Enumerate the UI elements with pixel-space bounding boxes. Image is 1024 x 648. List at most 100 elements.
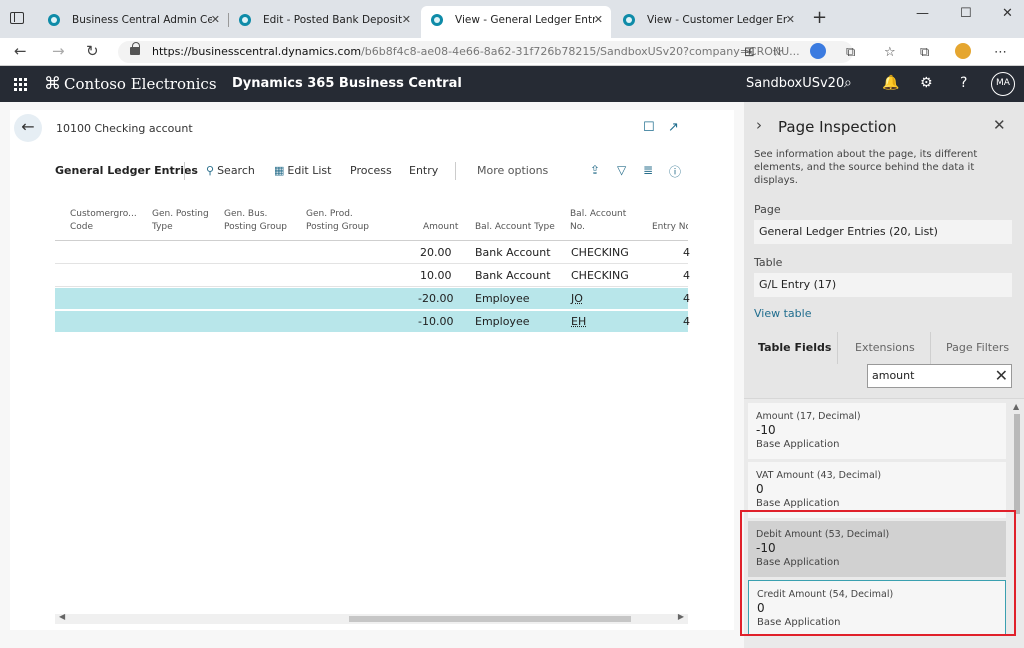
back-button[interactable]: ← (14, 114, 42, 142)
close-window-button[interactable]: ✕ (1002, 6, 1013, 21)
column-header-gen-posting-type[interactable]: Gen. Posting Type (152, 208, 209, 234)
header-line: Gen. Prod. (306, 209, 353, 219)
new-tab-button[interactable]: + (812, 7, 827, 28)
scroll-left-icon[interactable]: ◀ (59, 612, 65, 621)
favorites-icon[interactable]: ☆ (884, 45, 896, 60)
close-tab-icon[interactable]: ✕ (594, 6, 603, 34)
product-name[interactable]: Dynamics 365 Business Central (232, 76, 462, 91)
header-line: Posting Group (306, 222, 370, 232)
close-panel-icon[interactable]: ✕ (993, 116, 1006, 134)
settings-icon[interactable]: ⚙ (920, 75, 933, 91)
clear-search-icon[interactable]: ✕ (995, 365, 1008, 387)
field-search-input[interactable]: amount ✕ (867, 364, 1012, 388)
tab-extensions[interactable]: Extensions (855, 341, 915, 354)
close-tab-icon[interactable]: ✕ (402, 6, 411, 34)
bal-account-type-cell: Employee (475, 292, 530, 305)
table-row[interactable]: 20.00 Bank Account CHECKING 4 (55, 242, 690, 264)
scroll-right-icon[interactable]: ▶ (678, 612, 684, 621)
app-launcher-icon[interactable] (14, 78, 28, 92)
maximize-button[interactable]: ☐ (960, 6, 972, 21)
scroll-up-icon[interactable]: ▲ (1013, 402, 1019, 411)
field-value: -10 (756, 423, 776, 437)
column-header-gen-bus-posting-group[interactable]: Gen. Bus. Posting Group (224, 208, 287, 234)
table-value: G/L Entry (17) (754, 273, 1012, 297)
entry-no-cell: 4 (683, 315, 690, 328)
back-icon[interactable]: ← (14, 42, 27, 60)
tab-page-filters[interactable]: Page Filters (946, 341, 1009, 354)
header-line: Bal. Account (570, 209, 627, 219)
extension-icon[interactable] (810, 43, 826, 59)
close-tab-icon[interactable]: ✕ (211, 6, 220, 34)
bal-account-no-link[interactable]: EH (571, 315, 586, 328)
bookmark-icon[interactable]: ☐ (643, 120, 655, 135)
avatar[interactable]: MA (991, 72, 1015, 96)
search-icon[interactable]: ⌕ (844, 75, 852, 91)
tab-table-fields[interactable]: Table Fields (758, 341, 831, 354)
amount-cell: 10.00 (420, 269, 452, 282)
forward-icon[interactable]: → (52, 42, 65, 60)
highlight-annotation (740, 510, 1016, 636)
browser-tab-general-ledger[interactable]: View - General Ledger Entries - 1 ✕ (421, 6, 611, 38)
view-table-link[interactable]: View table (754, 307, 811, 320)
add-favorite-icon[interactable]: ☆ (772, 45, 784, 60)
collapse-panel-icon[interactable]: › (756, 116, 762, 134)
close-tab-icon[interactable]: ✕ (786, 6, 795, 34)
business-central-favicon (623, 14, 635, 26)
environment-name[interactable]: SandboxUSv20 (746, 76, 844, 91)
help-icon[interactable]: ? (960, 75, 967, 91)
bal-account-no-link[interactable]: JO (571, 292, 583, 305)
notifications-icon[interactable]: 🔔 (882, 75, 899, 91)
collections-icon[interactable]: ⧉ (920, 45, 929, 60)
share-icon[interactable]: ⇪ (590, 163, 600, 177)
company-name: Contoso Electronics (64, 75, 217, 93)
process-menu[interactable]: Process (350, 164, 392, 177)
more-icon[interactable]: ⋯ (994, 45, 1007, 60)
page-label: Page (754, 203, 781, 216)
browser-tab-customer-ledger[interactable]: View - Customer Ledger Entries ✕ (613, 6, 803, 38)
bal-account-type-cell: Employee (475, 315, 530, 328)
entry-menu[interactable]: Entry (409, 164, 438, 177)
tab-actions-icon[interactable] (10, 12, 24, 24)
column-header-customer-group[interactable]: Customergro... Code (70, 208, 137, 234)
info-icon[interactable]: ⓘ (669, 163, 681, 180)
browser-tab-admin-center[interactable]: Business Central Admin Center ✕ (38, 6, 228, 38)
bal-account-type-cell: Bank Account (475, 269, 551, 282)
column-header-bal-account-no[interactable]: Bal. Account No. (570, 208, 626, 234)
scrollbar-thumb[interactable] (1014, 414, 1020, 514)
open-new-window-icon[interactable]: ↗ (668, 120, 679, 135)
table-row[interactable]: -10.00 Employee EH 4 (55, 311, 690, 333)
table-row[interactable]: 10.00 Bank Account CHECKING 4 (55, 265, 690, 287)
browser-tab-bar: Business Central Admin Center ✕ Edit - P… (0, 0, 1024, 38)
column-header-amount[interactable]: Amount (423, 221, 458, 234)
url-path: /b6b8f4c8-ae08-4e66-8a62-31f726b78215/Sa… (361, 45, 800, 58)
panel-title: Page Inspection (778, 118, 897, 136)
business-central-favicon (239, 14, 251, 26)
list-item[interactable]: Amount (17, Decimal) -10 Base Applicatio… (748, 403, 1006, 459)
extensions-icon[interactable]: ⧉ (846, 45, 855, 60)
field-name: VAT Amount (43, Decimal) (756, 470, 882, 481)
url-field[interactable]: https://businesscentral.dynamics.com/b6b… (118, 41, 853, 63)
column-header-bal-account-type[interactable]: Bal. Account Type (475, 221, 555, 234)
profile-icon[interactable] (955, 43, 971, 59)
filter-icon[interactable]: ▽ (617, 163, 626, 177)
search-button[interactable]: ⚲ Search (206, 164, 255, 177)
minimize-button[interactable]: — (916, 6, 929, 21)
column-header-gen-prod-posting-group[interactable]: Gen. Prod. Posting Group (306, 208, 369, 234)
main-content: ← 10100 Checking account ☐ ↗ General Led… (0, 102, 744, 648)
entry-no-cell: 4 (683, 246, 690, 259)
scrollbar-thumb[interactable] (349, 616, 631, 622)
horizontal-scrollbar[interactable]: ◀ ▶ (55, 612, 688, 624)
edit-list-button[interactable]: ▦ Edit List (274, 164, 331, 177)
field-source: Base Application (756, 498, 840, 509)
lock-icon (130, 42, 140, 55)
edit-list-label: Edit List (287, 164, 332, 177)
table-label: Table (754, 256, 783, 269)
page-card (10, 110, 734, 630)
browser-tab-bank-deposit[interactable]: Edit - Posted Bank Deposit - BDC ✕ (229, 6, 419, 38)
immersive-reader-icon[interactable]: ⊞ (744, 45, 755, 60)
table-row[interactable]: -20.00 Employee JO 4 (55, 288, 690, 310)
more-options-button[interactable]: More options (477, 164, 548, 177)
refresh-icon[interactable]: ↻ (86, 42, 99, 60)
column-header-entry-no[interactable]: Entry No (652, 221, 688, 234)
list-view-icon[interactable]: ≣ (643, 163, 653, 177)
